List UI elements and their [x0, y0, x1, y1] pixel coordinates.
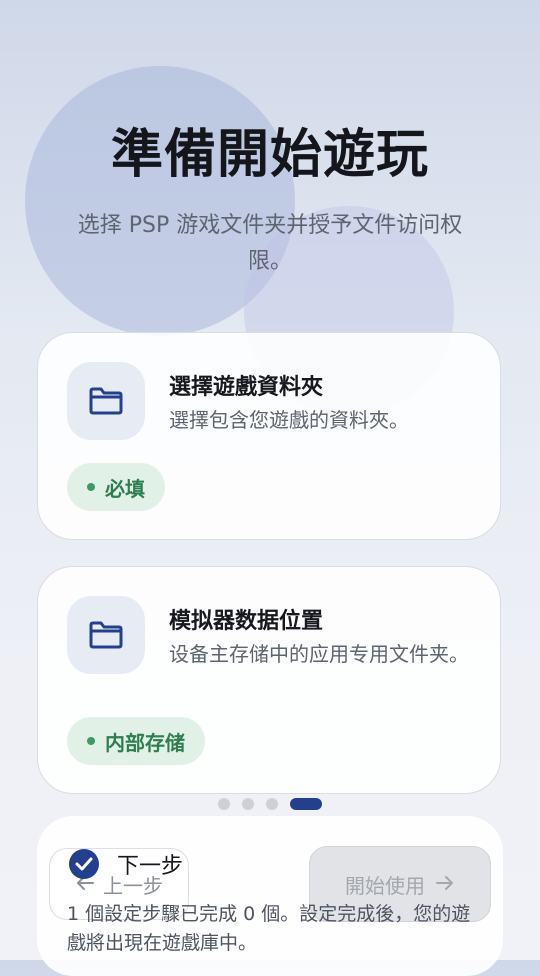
- page-subtitle: 选择 PSP 游戏文件夹并授予文件访问权限。: [77, 213, 463, 274]
- card-title: 模拟器数据位置: [169, 609, 324, 634]
- arrow-right-icon: [435, 872, 455, 896]
- badge-label: 内部存储: [105, 730, 185, 755]
- page-indicator: [218, 798, 322, 810]
- folder-icon: [67, 362, 145, 440]
- bottom-panel: 上一步 開始使用 下一步 1 個設定步驟已完成 0 個。設定完成後，您的遊戲將出…: [37, 816, 503, 976]
- card-title: 選擇遊戲資料夾: [169, 375, 324, 400]
- required-badge: 必填: [67, 463, 165, 511]
- page-title: 準備開始遊玩: [110, 125, 429, 185]
- card-description: 選擇包含您遊戲的資料夾。: [169, 408, 409, 432]
- status-dot: [87, 737, 95, 745]
- start-label: 開始使用: [345, 873, 425, 898]
- badge-label: 必填: [105, 476, 145, 501]
- status-dot: [87, 483, 95, 491]
- next-label: 下一步: [117, 854, 184, 879]
- setup-status-text: 1 個設定步驟已完成 0 個。設定完成後，您的遊戲將出現在遊戲庫中。: [67, 903, 471, 954]
- page-dot: [218, 798, 230, 810]
- page-dot-active: [290, 798, 322, 810]
- card-description: 设备主存储中的应用专用文件夹。: [169, 642, 469, 666]
- folder-icon: [67, 596, 145, 674]
- page-dot: [242, 798, 254, 810]
- page-dot: [266, 798, 278, 810]
- next-button[interactable]: 下一步: [69, 848, 183, 880]
- select-game-folder-card[interactable]: 選擇遊戲資料夾 選擇包含您遊戲的資料夾。 必填: [37, 332, 501, 540]
- emulator-data-location-card[interactable]: 模拟器数据位置 设备主存储中的应用专用文件夹。 内部存储: [37, 566, 501, 794]
- check-icon: [69, 849, 99, 879]
- internal-storage-badge: 内部存储: [67, 717, 205, 765]
